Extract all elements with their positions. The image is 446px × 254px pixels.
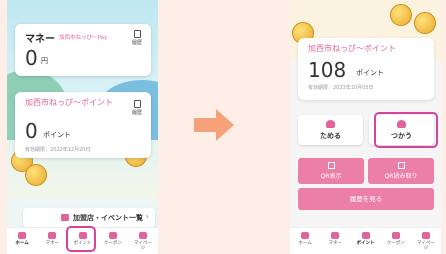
point-amount: 108 [308,58,347,82]
point-unit: ポイント [43,131,71,139]
nav-coupon[interactable]: クーポン [98,228,128,254]
money-card[interactable]: マネー 加西市ねっぴ〜Pay 0 円 履歴 [15,24,151,76]
point-expiry: 有効期限：2023年10月03日 [308,85,374,91]
home-screen: マネー 加西市ねっぴ〜Pay 0 円 履歴 加西市ねっぴ〜ポイント 0 ポイント… [7,0,158,254]
view-history-button[interactable]: 履歴を見る [298,188,434,210]
nav-coupon[interactable]: クーポン [381,228,411,254]
nav-money[interactable]: マネー [37,228,67,254]
money-unit: 円 [41,57,48,65]
chevron-right-icon: › [145,212,149,222]
money-amount: 0 [25,46,38,70]
point-unit: ポイント [356,69,384,77]
ticket-icon [108,232,117,239]
nav-mypage[interactable]: マイペー ジ [128,228,158,254]
points-screen: 加西市ねっぴ〜ポイント 108 ポイント 有効期限：2023年10月03日 ため… [290,0,441,254]
nav-home[interactable]: ホーム [290,228,320,254]
nav-home[interactable]: ホーム [7,228,37,254]
nav-points[interactable]: ポイント [350,228,380,254]
piggy-bank-icon [326,120,335,128]
points-icon [361,232,370,239]
coin-decoration-icon [390,4,412,26]
qr-display-button[interactable]: QR表示 [298,158,364,184]
point-amount: 0 [25,119,38,143]
home-icon [301,232,310,239]
money-history-button[interactable]: 履歴 [129,30,145,46]
point-balance-card: 加西市ねっぴ〜ポイント 108 ポイント 有効期限：2023年10月03日 [298,38,434,100]
point-history-button[interactable]: 履歴 [129,100,145,116]
ticket-icon [391,232,400,239]
save-points-button[interactable]: ためる [298,115,363,145]
bottom-nav: ホーム マネー ポイント クーポン マイペー ジ [290,227,441,254]
wallet-icon [331,232,340,239]
store-event-list-button[interactable]: 加盟店・イベント一覧 › [23,208,155,228]
point-expiry: 有効期限：2022年12月20日 [25,147,91,153]
qr-scan-button[interactable]: QR読み取り [368,158,434,184]
coin-decoration-icon [414,12,436,34]
coin-decoration-icon [25,164,47,186]
nav-money[interactable]: マネー [320,228,350,254]
person-icon [138,232,147,239]
qr-scan-icon [397,162,405,169]
point-title: 加西市ねっぴ〜ポイント [25,98,113,107]
home-icon [18,232,27,239]
nav-mypage[interactable]: マイペー ジ [411,228,441,254]
document-icon [133,30,141,38]
person-icon [421,232,430,239]
arrow-right-icon [194,109,234,141]
document-icon [133,100,141,108]
points-tab-highlight [66,226,96,252]
use-button-highlight [374,112,438,148]
qr-row: QR表示 QR読み取り [298,158,434,184]
point-card[interactable]: 加西市ねっぴ〜ポイント 0 ポイント 有効期限：2022年12月20日 履歴 [15,92,151,158]
wallet-icon [48,232,57,239]
money-subtitle: 加西市ねっぴ〜Pay [59,35,108,41]
money-title: マネー [25,34,55,45]
store-icon [61,214,69,221]
qr-icon [327,162,335,169]
store-event-list-label: 加盟店・イベント一覧 [73,214,143,222]
point-title: 加西市ねっぴ〜ポイント [308,44,396,53]
